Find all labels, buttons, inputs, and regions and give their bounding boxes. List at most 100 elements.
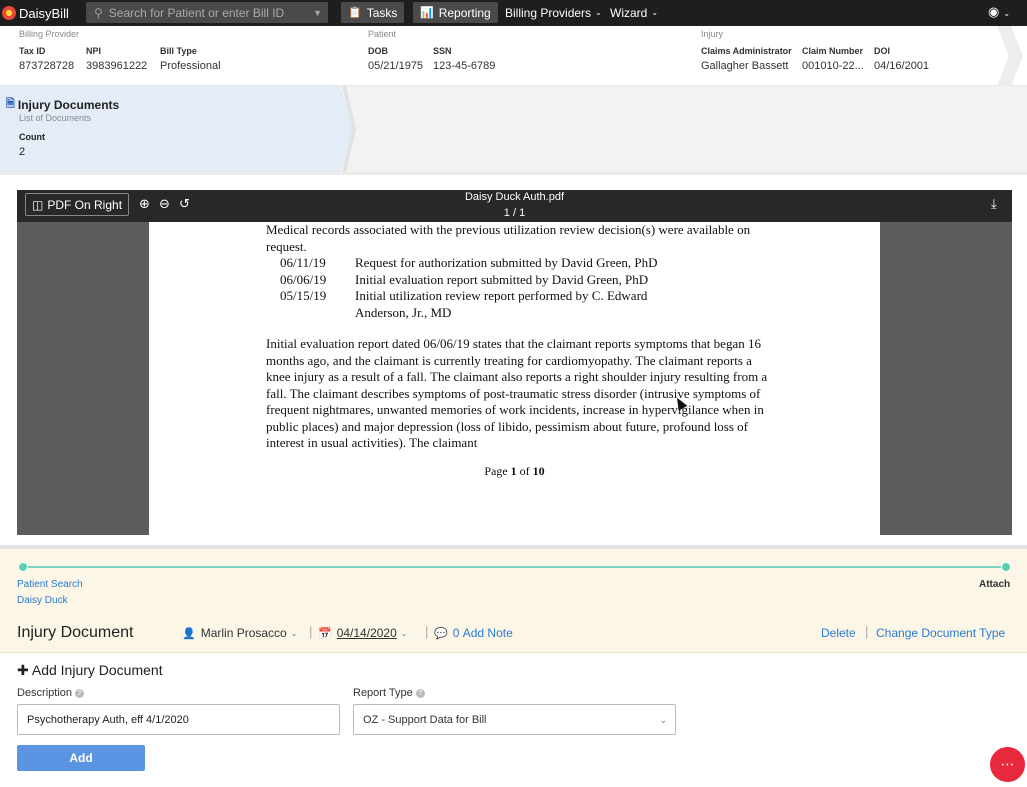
- step-complete-icon: [18, 562, 28, 572]
- logo[interactable]: DaisyBill: [2, 6, 82, 21]
- clipboard-icon: 📋: [348, 7, 362, 19]
- reporting-button[interactable]: 📊 Reporting: [413, 2, 498, 23]
- breadcrumb-arrow: [997, 26, 1023, 86]
- change-document-type-link[interactable]: Change Document Type: [876, 626, 1005, 640]
- doi-label: DOI: [874, 46, 891, 56]
- report-type-select[interactable]: OZ - Support Data for Bill ⌄: [353, 704, 676, 735]
- user-avatar-icon: ◉: [988, 4, 1000, 19]
- npi-value: 3983961222: [86, 60, 148, 72]
- daisy-logo-icon: [2, 6, 16, 20]
- pdf-file-name: Daisy Duck Auth.pdf: [464, 191, 565, 203]
- chevron-down-icon: ⌄: [595, 8, 602, 17]
- claims-admin-value: Gallagher Bassett: [701, 60, 789, 72]
- documents-bar: 🗎 Injury Documents List of Documents Cou…: [0, 86, 1027, 172]
- list-item: Anderson, Jr., MD: [355, 304, 452, 320]
- help-icon[interactable]: ?: [415, 688, 425, 698]
- injury-title: Injury: [701, 29, 724, 39]
- chevron-down-icon: ⌄: [651, 8, 659, 17]
- assigned-user-name: Marlin Prosacco: [200, 626, 287, 640]
- page-title: Injury Document: [17, 624, 134, 641]
- pdf-page-footer: Page 1 of 10: [484, 464, 545, 478]
- step-patient-value[interactable]: Daisy Duck: [17, 595, 68, 606]
- chevron-down-icon: ⌄: [400, 628, 408, 638]
- add-note-link[interactable]: 💬 0 Add Note: [434, 626, 513, 640]
- ssn-value: 123-45-6789: [433, 60, 496, 72]
- billing-providers-label: Billing Providers: [505, 5, 592, 20]
- list-item: 05/15/19 Initial utilization review repor…: [280, 288, 648, 303]
- bill-info-bar: Billing Provider Tax ID 873728728 NPI 39…: [0, 26, 1027, 86]
- list-item: 06/11/19 Request for authorization submit…: [280, 255, 658, 270]
- description-label: Description?: [17, 687, 85, 699]
- chat-bubble-icon: ⋯: [1000, 756, 1015, 772]
- divider: [0, 172, 1027, 190]
- pdf-viewer[interactable]: ◫ PDF On Right ⊕ ⊖ ↺ Daisy Duck Auth.pdf…: [17, 190, 1012, 535]
- billing-providers-menu[interactable]: Billing Providers ⌄: [498, 2, 609, 23]
- step-attach: Attach: [979, 579, 1011, 590]
- ssn-label: SSN: [433, 46, 452, 56]
- description-input[interactable]: [17, 704, 340, 735]
- assigned-user-dropdown[interactable]: 👤 Marlin Prosacco ⌄: [182, 626, 297, 640]
- user-menu[interactable]: ◉ ⌄: [988, 4, 1010, 20]
- pdf-page-count: 1 / 1: [503, 207, 526, 219]
- pdf-toolbar: ◫ PDF On Right ⊕ ⊖ ↺ Daisy Duck Auth.pdf…: [17, 190, 1012, 222]
- chevron-down-icon: ⌄: [659, 715, 667, 725]
- separator: |: [309, 624, 313, 639]
- notes-count: 0: [452, 626, 460, 640]
- count-label: Count: [19, 132, 45, 142]
- delete-link[interactable]: Delete: [821, 626, 856, 640]
- tasks-button[interactable]: 📋 Tasks: [341, 2, 405, 23]
- pdf-file-icon: 🗎: [6, 98, 15, 110]
- claim-number-value: 001010-22...: [802, 60, 864, 72]
- doi-value: 04/16/2001: [874, 60, 930, 72]
- pdf-paragraph-1: Medical records associated with the prev…: [266, 222, 751, 254]
- billing-provider-title: Billing Provider: [19, 29, 80, 39]
- step-patient-search[interactable]: Patient Search: [17, 579, 83, 590]
- report-type-value: OZ - Support Data for Bill: [363, 713, 487, 726]
- document-date-picker[interactable]: 📅 04/14/2020 ⌄: [318, 626, 407, 640]
- progress-track: [22, 566, 1006, 568]
- top-navigation: DaisyBill ⚲ ▼ 📋 Tasks 📊 Reporting Billin…: [0, 0, 1027, 26]
- search-icon: ⚲: [94, 5, 103, 20]
- step-current-icon: [1001, 562, 1011, 572]
- dob-value: 05/21/1975: [368, 60, 424, 72]
- chevron-down-icon: ⌄: [1003, 9, 1011, 18]
- help-icon[interactable]: ?: [75, 688, 85, 698]
- report-type-label: Report Type?: [353, 687, 425, 699]
- chevron-down-icon[interactable]: ▼: [313, 8, 322, 18]
- wizard-menu[interactable]: Wizard ⌄: [603, 2, 665, 23]
- injury-documents-card[interactable]: 🗎 Injury Documents List of Documents Cou…: [0, 86, 340, 172]
- injury-documents-title: 🗎 Injury Documents: [6, 95, 119, 114]
- dob-label: DOB: [368, 46, 388, 56]
- tasks-label: Tasks: [366, 5, 398, 20]
- calendar-icon: 📅: [318, 627, 332, 640]
- pdf-record-list: 06/11/19 Request for authorization submit…: [280, 255, 658, 321]
- chevron-down-icon: ⌄: [290, 628, 298, 638]
- logo-text: DaisyBill: [19, 5, 69, 21]
- bill-type-label: Bill Type: [160, 46, 197, 56]
- comment-icon: 💬: [434, 627, 448, 640]
- reporting-label: Reporting: [438, 5, 491, 20]
- user-icon: 👤: [182, 627, 196, 640]
- download-icon[interactable]: ⤓: [991, 196, 997, 212]
- pdf-paragraph-2: Initial evaluation report dated 06/06/19…: [266, 336, 768, 450]
- document-date: 04/14/2020: [336, 626, 397, 640]
- chat-support-button[interactable]: ⋯: [988, 745, 1027, 784]
- count-value: 2: [19, 146, 26, 158]
- tax-id-value: 873728728: [19, 60, 75, 72]
- separator: |: [865, 624, 869, 639]
- injury-documents-subtitle: List of Documents: [19, 113, 92, 123]
- separator: |: [425, 624, 429, 639]
- tax-id-label: Tax ID: [19, 46, 46, 56]
- add-button[interactable]: Add: [17, 745, 145, 771]
- pdf-page: Medical records associated with the prev…: [149, 222, 880, 535]
- claims-admin-label: Claims Administrator: [701, 46, 792, 56]
- card-arrow: [336, 86, 356, 172]
- list-item: 06/06/19 Initial evaluation report submit…: [280, 271, 649, 287]
- search-box: ⚲ ▼: [86, 2, 328, 23]
- npi-label: NPI: [86, 46, 102, 56]
- injury-documents-title-text: Injury Documents: [17, 97, 120, 112]
- patient-title: Patient: [368, 29, 397, 39]
- wizard-progress: Patient Search Daisy Duck Attach: [0, 549, 1027, 611]
- search-input[interactable]: [108, 5, 309, 20]
- add-injury-document-title: ✚ Add Injury Document: [17, 662, 163, 678]
